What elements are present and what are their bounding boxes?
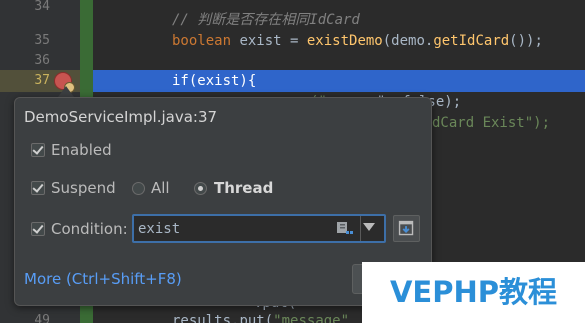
dropdown-separator	[360, 216, 361, 241]
expand-icon	[398, 220, 414, 236]
condition-input[interactable]	[138, 218, 328, 240]
code-line-34: // 判断是否存在相同IdCard	[172, 9, 360, 31]
code-comment: // 判断是否存在相同IdCard	[172, 12, 360, 28]
code-text: .put(	[231, 313, 274, 323]
condition-field[interactable]	[132, 214, 386, 243]
suspend-thread-radio[interactable]	[194, 182, 207, 195]
line-number: 49	[34, 313, 50, 323]
line-number: 36	[34, 53, 50, 68]
more-settings-link[interactable]: More (Ctrl+Shift+F8)	[24, 270, 182, 288]
code-string: "message"	[273, 313, 350, 323]
evaluation-context-icon[interactable]	[335, 220, 355, 238]
suspend-checkbox[interactable]	[31, 181, 45, 195]
code-text: exist =	[231, 33, 307, 49]
code-line-35: boolean exist = existDemo(demo.getIdCard…	[172, 30, 543, 52]
line-number-current: 37	[34, 73, 50, 88]
code-function: existDemo	[306, 33, 383, 49]
suspend-all-radio[interactable]	[132, 182, 145, 195]
enabled-label[interactable]: Enabled	[51, 141, 112, 159]
code-text: ());	[509, 33, 543, 49]
execution-line-highlight	[93, 70, 585, 92]
enabled-checkbox[interactable]	[31, 143, 45, 157]
popup-pointer	[58, 86, 74, 97]
suspend-label[interactable]: Suspend	[51, 179, 116, 197]
expand-editor-button[interactable]	[393, 215, 420, 242]
code-line-39-partial: dCard Exist");	[432, 115, 551, 131]
chevron-down-icon[interactable]	[363, 223, 375, 231]
code-text: (demo.	[382, 33, 434, 49]
line-number: 35	[34, 33, 50, 48]
code-keyword: boolean	[172, 33, 232, 49]
line-number: 34	[34, 0, 50, 14]
suspend-thread-label[interactable]: Thread	[214, 179, 273, 197]
watermark-logo: VEPHP教程	[362, 262, 585, 323]
code-line-37: if(exist){	[172, 73, 257, 89]
condition-checkbox[interactable]	[31, 222, 45, 236]
condition-label[interactable]: Condition:	[51, 220, 128, 238]
code-line-49: results.put("message"	[172, 310, 349, 323]
code-function: getIdCard	[433, 33, 510, 49]
code-text: results	[172, 313, 232, 323]
popup-title: DemoServiceImpl.java:37	[24, 108, 218, 126]
suspend-all-label[interactable]: All	[151, 179, 170, 197]
